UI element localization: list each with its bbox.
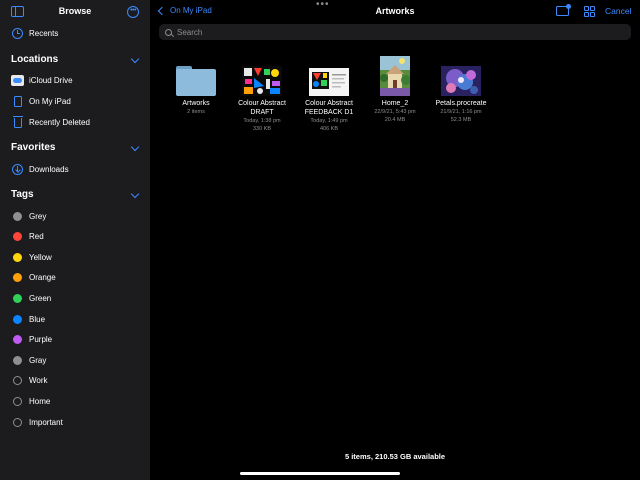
clock-icon <box>11 27 24 40</box>
artwork-thumbnail <box>359 54 431 96</box>
search-bar[interactable] <box>159 24 631 40</box>
file-name: Artworks <box>182 100 210 107</box>
tag-dot-icon <box>11 271 24 284</box>
sidebar-item-label: Orange <box>29 273 56 283</box>
tag-dot-icon <box>11 251 24 264</box>
sidebar-item-label: Work <box>29 376 48 386</box>
sidebar-tag-yellow[interactable]: Yellow <box>0 248 150 266</box>
file-name: Petals.procreate <box>435 100 487 107</box>
sidebar-item-label: Recently Deleted <box>29 117 90 127</box>
sidebar-item-label: On My iPad <box>29 96 71 106</box>
file-name: Home_2 <box>381 100 409 107</box>
tag-dot-icon <box>11 313 24 326</box>
home-indicator[interactable] <box>240 472 400 475</box>
locations-chevron-icon[interactable] <box>130 54 140 64</box>
main-content: ••• On My iPad Artworks Cancel Artworks … <box>150 0 640 480</box>
file-size: 52.3 MB <box>450 117 472 123</box>
favorites-chevron-icon[interactable] <box>130 142 140 152</box>
sidebar-item-label: iCloud Drive <box>29 75 73 85</box>
more-options-icon[interactable]: ••• <box>127 6 139 18</box>
sidebar-item-recently-deleted[interactable]: Recently Deleted <box>0 113 150 131</box>
file-size: 406 KB <box>319 126 339 132</box>
storage-status: 5 items, 210.53 GB available <box>344 452 446 461</box>
cancel-button[interactable]: Cancel <box>605 6 631 16</box>
file-name: Colour Abstract <box>238 100 286 107</box>
sidebar-tag-orange[interactable]: Orange <box>0 269 150 287</box>
sidebar-tag-work[interactable]: Work <box>0 372 150 390</box>
sidebar-tag-purple[interactable]: Purple <box>0 331 150 349</box>
sidebar-item-icloud-drive[interactable]: iCloud Drive <box>0 71 150 89</box>
sidebar-item-label: Important <box>29 417 63 427</box>
sidebar-item-label: Downloads <box>29 164 69 174</box>
sidebar-item-label: Blue <box>29 314 46 324</box>
grid-view-icon[interactable] <box>584 6 595 17</box>
sidebar-tag-blue[interactable]: Blue <box>0 310 150 328</box>
sidebar-item-recents[interactable]: Recents <box>0 24 150 42</box>
file-name-line2: FEEDBACK D1 <box>304 109 354 116</box>
file-size: 330 KB <box>252 126 272 132</box>
locations-header[interactable]: Locations <box>11 54 58 65</box>
favorites-header[interactable]: Favorites <box>11 142 55 153</box>
sidebar-item-label: Gray <box>29 355 47 365</box>
tag-dot-icon <box>11 416 24 429</box>
tags-header[interactable]: Tags <box>11 189 34 200</box>
search-icon <box>165 28 172 36</box>
tag-dot-icon <box>11 395 24 408</box>
trash-icon <box>11 116 24 129</box>
sidebar-tag-gray[interactable]: Gray <box>0 351 150 369</box>
sidebar-item-downloads[interactable]: Downloads <box>0 160 150 178</box>
artwork-thumbnail <box>226 54 298 96</box>
icloud-icon <box>11 74 24 87</box>
new-folder-icon[interactable] <box>556 4 571 16</box>
sidebar-item-on-my-ipad[interactable]: On My iPad <box>0 92 150 110</box>
sidebar-item-label: Home <box>29 396 51 406</box>
sidebar-tag-red[interactable]: Red <box>0 228 150 246</box>
file-item-colour-abstract-draft[interactable]: Colour Abstract DRAFT Today, 1:38 pm 330… <box>226 54 298 133</box>
sidebar-tag-grey[interactable]: Grey <box>0 207 150 225</box>
sidebar-tag-important[interactable]: Important <box>0 413 150 431</box>
file-item-colour-abstract-feedback[interactable]: Colour Abstract FEEDBACK D1 Today, 1:49 … <box>293 54 365 133</box>
file-size: 20.4 MB <box>384 117 406 123</box>
tag-dot-icon <box>11 292 24 305</box>
artwork-thumbnail <box>293 54 365 96</box>
sidebar-tag-green[interactable]: Green <box>0 289 150 307</box>
search-input[interactable] <box>177 27 617 37</box>
file-item-artworks-folder[interactable]: Artworks 2 items <box>160 54 232 116</box>
file-date: 22/9/21, 5:43 pm <box>374 109 416 115</box>
sidebar-item-label: Yellow <box>29 252 52 262</box>
file-name: Colour Abstract <box>305 100 353 107</box>
file-name-line2: DRAFT <box>250 109 274 116</box>
sidebar: Browse ••• Recents Locations iCloud Driv… <box>0 0 150 480</box>
sidebar-item-label: Purple <box>29 335 53 345</box>
tags-chevron-icon[interactable] <box>130 189 140 199</box>
file-date: 21/9/21, 1:16 pm <box>440 109 482 115</box>
tag-dot-icon <box>11 374 24 387</box>
file-item-petals-procreate[interactable]: Petals.procreate 21/9/21, 1:16 pm 52.3 M… <box>425 54 497 124</box>
tag-dot-icon <box>11 210 24 223</box>
folder-icon <box>160 54 232 96</box>
file-item-home-2[interactable]: Home_2 22/9/21, 5:43 pm 20.4 MB <box>359 54 431 124</box>
sidebar-header: Browse ••• <box>0 0 150 24</box>
download-icon <box>11 163 24 176</box>
sidebar-tag-home[interactable]: Home <box>0 392 150 410</box>
sidebar-item-label: Grey <box>29 211 47 221</box>
file-date: Today, 1:49 pm <box>310 118 348 124</box>
tag-dot-icon <box>11 333 24 346</box>
file-meta: 2 items <box>187 109 205 115</box>
ipad-icon <box>11 95 24 108</box>
file-date: Today, 1:38 pm <box>243 118 281 124</box>
sidebar-item-label: Recents <box>29 28 59 38</box>
sidebar-item-label: Green <box>29 293 52 303</box>
sidebar-item-label: Red <box>29 232 44 242</box>
artwork-thumbnail <box>425 54 497 96</box>
tag-dot-icon <box>11 354 24 367</box>
tag-dot-icon <box>11 230 24 243</box>
